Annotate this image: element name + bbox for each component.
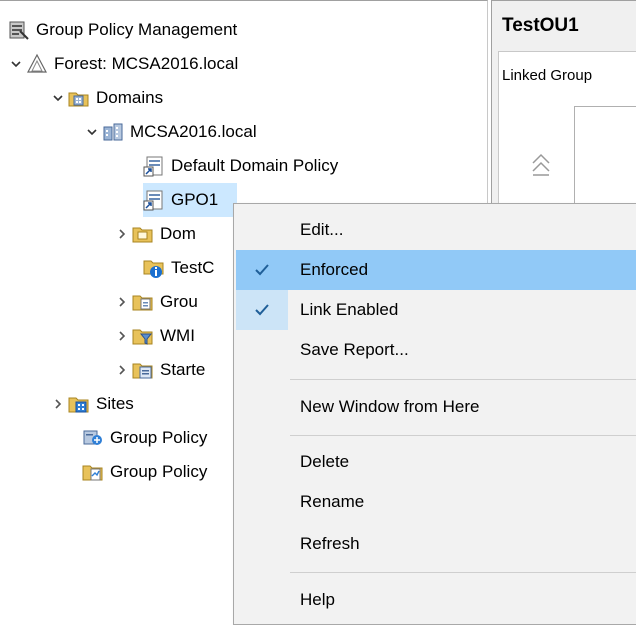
menu-item-delete[interactable]: Delete: [236, 442, 636, 482]
tree-label: GPO1: [171, 190, 219, 209]
tree-label: Sites: [96, 394, 134, 413]
menu-item-label: Rename: [300, 492, 365, 511]
tree-item-gpo1[interactable]: GPO1: [143, 183, 237, 217]
gpo-link-icon: [143, 155, 165, 177]
tree-item-group-policy-results[interactable]: Group Policy: [82, 455, 207, 489]
gpo-link-icon: [143, 189, 165, 211]
tree-item-group-policy-objects[interactable]: Grou: [112, 285, 198, 319]
menu-item-edit[interactable]: Edit...: [236, 210, 636, 250]
menu-item-help[interactable]: Help: [236, 580, 636, 620]
menu-item-refresh[interactable]: Refresh: [236, 524, 636, 564]
chevron-right-icon[interactable]: [112, 353, 132, 387]
tree-label: TestC: [171, 258, 215, 277]
chevron-down-icon[interactable]: [6, 47, 26, 81]
menu-item-label: Edit...: [300, 220, 344, 239]
menu-item-new-window-from-here[interactable]: New Window from Here: [236, 387, 636, 427]
menu-item-rename[interactable]: Rename: [236, 482, 636, 522]
menu-item-label: Link Enabled: [300, 300, 399, 319]
chevron-right-icon[interactable]: [112, 285, 132, 319]
tree-label: WMI: [160, 326, 195, 345]
pane-title: TestOU1: [502, 15, 579, 36]
tree-label: Group Policy Management: [36, 20, 238, 39]
tree-item-forest[interactable]: Forest: MCSA2016.local: [6, 47, 238, 81]
tree-label: Grou: [160, 292, 198, 311]
domains-folder-icon: [68, 87, 90, 109]
tree-item-domains[interactable]: Domains: [48, 81, 163, 115]
chevron-right-icon[interactable]: [112, 319, 132, 353]
menu-item-link-enabled[interactable]: Link Enabled: [236, 290, 636, 330]
checkmark-icon: [236, 250, 288, 290]
tree-item-domain-controllers[interactable]: Dom: [112, 217, 196, 251]
menu-separator: [290, 572, 636, 573]
menu-item-label: Delete: [300, 452, 350, 471]
menu-item-label: New Window from Here: [300, 397, 480, 416]
menu-separator: [290, 435, 636, 436]
tree-label: MCSA2016.local: [130, 122, 257, 141]
tree-item-default-domain-policy[interactable]: Default Domain Policy: [143, 149, 338, 183]
menu-item-save-report[interactable]: Save Report...: [236, 330, 636, 370]
tree-label: Dom: [160, 224, 196, 243]
tree-item-sites[interactable]: Sites: [48, 387, 134, 421]
menu-item-label: Save Report...: [300, 340, 409, 359]
menu-separator: [290, 379, 636, 380]
tree-item-wmi-filters[interactable]: WMI: [112, 319, 195, 353]
forest-icon: [26, 53, 48, 75]
domain-icon: [102, 121, 124, 143]
tree-item-starter-gpos[interactable]: Starte: [112, 353, 205, 387]
wmi-filter-icon: [132, 325, 154, 347]
menu-item-enforced[interactable]: Enforced: [236, 250, 636, 290]
starter-gpo-folder-icon: [132, 359, 154, 381]
tree-label: Forest: MCSA2016.local: [54, 54, 239, 73]
menu-item-label: Refresh: [300, 534, 360, 553]
menu-item-label: Enforced: [300, 260, 369, 279]
tree-label: Group Policy: [110, 428, 208, 447]
tree-label: Starte: [160, 360, 206, 379]
chevron-right-icon[interactable]: [112, 217, 132, 251]
tree-item-testou1[interactable]: TestC: [143, 251, 214, 285]
context-menu: Edit... Enforced Link Enabled Save Repor…: [233, 203, 636, 625]
move-up-icon[interactable]: [530, 151, 552, 181]
chevron-right-icon[interactable]: [48, 387, 68, 421]
gp-modeling-icon: [82, 427, 104, 449]
tree-item-domain[interactable]: MCSA2016.local: [82, 115, 257, 149]
tree-label: Group Policy: [110, 462, 208, 481]
tree-label: Domains: [96, 88, 164, 107]
tree-item-group-policy-management[interactable]: Group Policy Management: [8, 13, 237, 47]
chevron-down-icon[interactable]: [82, 115, 102, 149]
gpo-folder-icon: [132, 291, 154, 313]
tree-item-group-policy-modeling[interactable]: Group Policy: [82, 421, 207, 455]
chevron-down-icon[interactable]: [48, 81, 68, 115]
sites-icon: [68, 393, 90, 415]
tree-label: Default Domain Policy: [171, 156, 339, 175]
checkmark-icon: [236, 290, 288, 330]
gp-results-icon: [82, 461, 104, 483]
gpm-console-icon: [8, 19, 30, 41]
menu-item-label: Help: [300, 590, 335, 609]
ou-info-icon: [143, 257, 165, 279]
ou-folder-icon: [132, 223, 154, 245]
tab-linked-group-policy-objects[interactable]: Linked Group: [502, 67, 592, 84]
